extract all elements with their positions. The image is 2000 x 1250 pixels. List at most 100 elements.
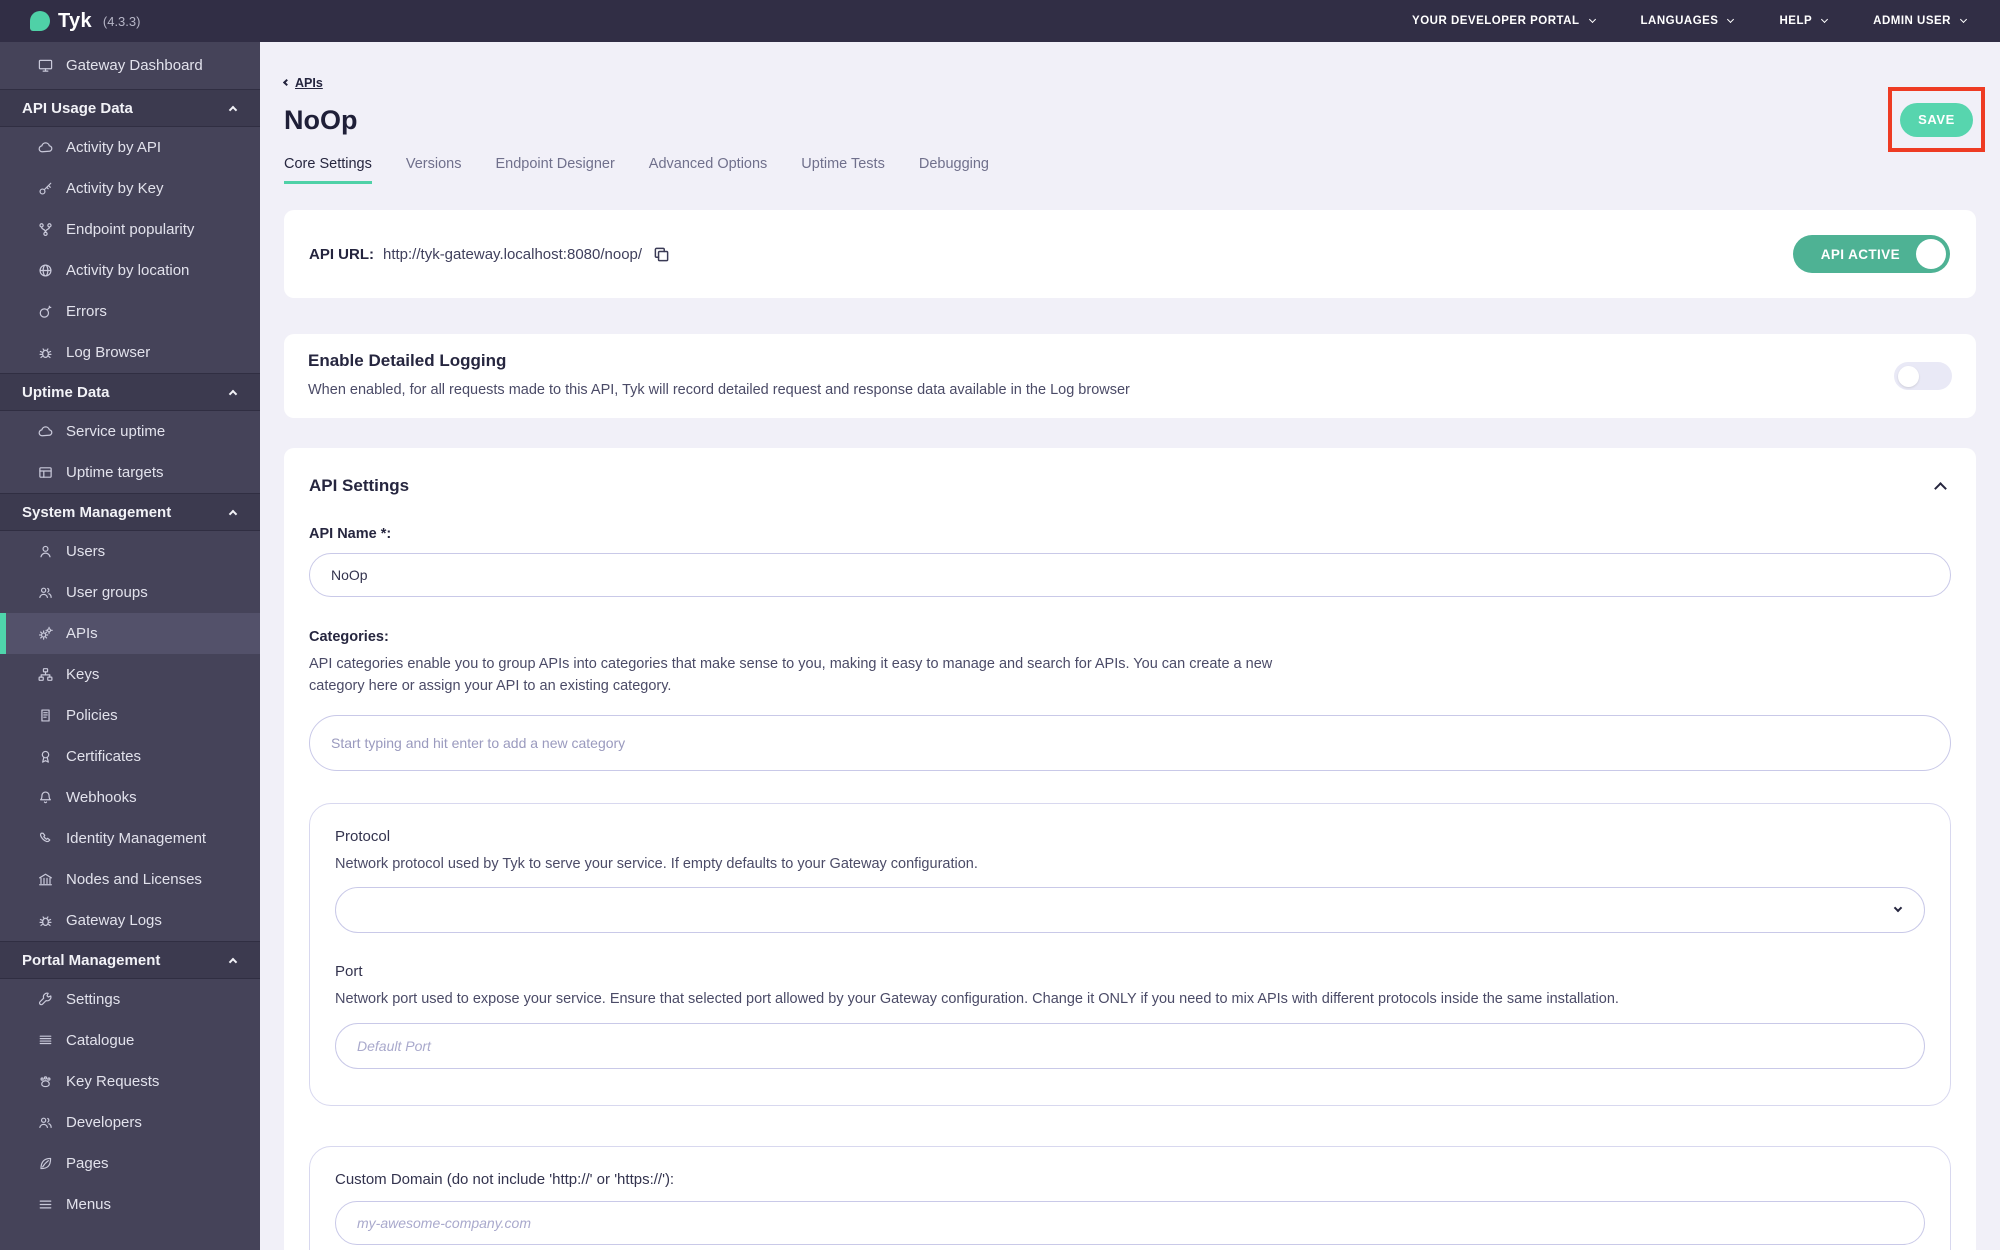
copy-icon[interactable] [652, 245, 671, 264]
chevron-down-icon [1727, 16, 1734, 23]
sidebar-item-label: User groups [66, 584, 148, 601]
sidebar-item-pages[interactable]: Pages [0, 1143, 260, 1184]
custom-domain-input[interactable] [335, 1201, 1925, 1245]
categories-label: Categories: [309, 629, 1951, 645]
sidebar-item-menus[interactable]: Menus [0, 1184, 260, 1225]
topnav-admin-user[interactable]: ADMIN USER [1873, 15, 1966, 27]
topnav-label: YOUR DEVELOPER PORTAL [1412, 15, 1579, 27]
topbar: Tyk (4.3.3) YOUR DEVELOPER PORTAL LANGUAG… [0, 0, 2000, 42]
api-name-input[interactable] [309, 553, 1951, 597]
chevron-down-icon [1960, 16, 1967, 23]
network-settings-card: Protocol Network protocol used by Tyk to… [309, 803, 1951, 1107]
sidebar-item-activity-by-key[interactable]: Activity by Key [0, 168, 260, 209]
topnav-help[interactable]: HELP [1779, 15, 1827, 27]
fork-icon [38, 222, 55, 238]
bug-icon [38, 345, 55, 361]
custom-domain-label: Custom Domain (do not include 'http://' … [335, 1171, 1925, 1188]
save-button[interactable]: SAVE [1900, 103, 1973, 137]
sidebar-item-webhooks[interactable]: Webhooks [0, 777, 260, 818]
policy-icon [38, 708, 55, 724]
topnav: YOUR DEVELOPER PORTAL LANGUAGES HELP ADMIN … [1412, 15, 1966, 27]
tab-advanced-options[interactable]: Advanced Options [649, 156, 768, 184]
tab-endpoint-designer[interactable]: Endpoint Designer [495, 156, 614, 184]
chevron-up-icon [229, 105, 237, 113]
tab-debugging[interactable]: Debugging [919, 156, 989, 184]
users-icon [38, 585, 55, 601]
brand[interactable]: Tyk (4.3.3) [30, 10, 140, 33]
chevron-down-icon [1894, 904, 1902, 912]
sidebar-item-log-browser[interactable]: Log Browser [0, 332, 260, 373]
sidebar-item-users[interactable]: Users [0, 531, 260, 572]
api-url-card: API URL: http://tyk-gateway.localhost:80… [284, 210, 1976, 298]
categories-description: API categories enable you to group APIs … [309, 654, 1284, 698]
phone-icon [38, 831, 55, 847]
sidebar-section-system-management[interactable]: System Management [0, 493, 260, 531]
wrench-icon [38, 992, 55, 1008]
sidebar-section-uptime-data[interactable]: Uptime Data [0, 373, 260, 411]
sidebar-item-uptime-targets[interactable]: Uptime targets [0, 452, 260, 493]
api-active-toggle[interactable]: API ACTIVE [1793, 235, 1950, 273]
detailed-logging-toggle[interactable] [1894, 362, 1952, 390]
detailed-logging-description: When enabled, for all requests made to t… [308, 380, 1130, 402]
sidebar-item-developers[interactable]: Developers [0, 1102, 260, 1143]
breadcrumb-back-link[interactable]: APIs [284, 76, 323, 90]
protocol-label: Protocol [335, 828, 1925, 845]
cloud-icon [38, 140, 55, 156]
sidebar-item-label: Users [66, 543, 105, 560]
catalogue-icon [38, 1033, 55, 1049]
api-url-row: API URL: http://tyk-gateway.localhost:80… [309, 245, 671, 264]
port-description: Network port used to expose your service… [335, 989, 1925, 1011]
detailed-logging-card: Enable Detailed Logging When enabled, fo… [284, 334, 1976, 418]
gears-icon [38, 626, 55, 642]
sidebar-item-label: Catalogue [66, 1032, 134, 1049]
sidebar-item-gateway-logs[interactable]: Gateway Logs [0, 900, 260, 941]
sidebar-item-label: Certificates [66, 748, 141, 765]
sidebar-item-key-requests[interactable]: Key Requests [0, 1061, 260, 1102]
sidebar-item-errors[interactable]: Errors [0, 291, 260, 332]
sidebar-item-certificates[interactable]: Certificates [0, 736, 260, 777]
sidebar-item-settings[interactable]: Settings [0, 979, 260, 1020]
tab-core-settings[interactable]: Core Settings [284, 156, 372, 184]
sidebar-item-label: Activity by Key [66, 180, 164, 197]
sidebar-item-apis[interactable]: APIs [0, 613, 260, 654]
sidebar-section-api-usage-data[interactable]: API Usage Data [0, 89, 260, 127]
topnav-your-developer-portal[interactable]: YOUR DEVELOPER PORTAL [1412, 15, 1594, 27]
sidebar-item-catalogue[interactable]: Catalogue [0, 1020, 260, 1061]
sidebar-item-label: Key Requests [66, 1073, 159, 1090]
sidebar-item-label: Errors [66, 303, 107, 320]
detailed-logging-title: Enable Detailed Logging [308, 351, 1130, 371]
sidebar-item-policies[interactable]: Policies [0, 695, 260, 736]
sidebar-item-endpoint-popularity[interactable]: Endpoint popularity [0, 209, 260, 250]
sidebar-item-label: Policies [66, 707, 118, 724]
topnav-label: ADMIN USER [1873, 15, 1951, 27]
sidebar-item-gateway-dashboard[interactable]: Gateway Dashboard [0, 42, 260, 89]
sidebar-section-label: Uptime Data [22, 384, 110, 401]
sidebar-section-label: System Management [22, 504, 171, 521]
topnav-label: LANGUAGES [1641, 15, 1719, 27]
sidebar-item-nodes-and-licenses[interactable]: Nodes and Licenses [0, 859, 260, 900]
tab-uptime-tests[interactable]: Uptime Tests [801, 156, 885, 184]
page-title: NoOp [284, 105, 1976, 136]
sidebar-item-service-uptime[interactable]: Service uptime [0, 411, 260, 452]
api-url-label: API URL: [309, 246, 374, 263]
globe-icon [38, 263, 55, 279]
port-input[interactable] [335, 1023, 1925, 1069]
sidebar-item-label: Activity by API [66, 139, 161, 156]
protocol-select[interactable] [335, 887, 1925, 933]
sidebar-item-keys[interactable]: Keys [0, 654, 260, 695]
sidebar-item-label: Identity Management [66, 830, 206, 847]
key-icon [38, 181, 55, 197]
sidebar-item-label: Nodes and Licenses [66, 871, 202, 888]
sidebar-section-portal-management[interactable]: Portal Management [0, 941, 260, 979]
bell-icon [38, 790, 55, 806]
main-content: APIs NoOp Core Settings Versions Endpoint … [260, 42, 2000, 1250]
collapse-chevron-up-icon[interactable] [1934, 482, 1947, 495]
categories-input[interactable] [309, 715, 1951, 771]
bomb-icon [38, 304, 55, 320]
sidebar-item-identity-management[interactable]: Identity Management [0, 818, 260, 859]
sidebar-item-user-groups[interactable]: User groups [0, 572, 260, 613]
tab-versions[interactable]: Versions [406, 156, 462, 184]
sidebar-item-activity-by-api[interactable]: Activity by API [0, 127, 260, 168]
sidebar-item-activity-by-location[interactable]: Activity by location [0, 250, 260, 291]
topnav-languages[interactable]: LANGUAGES [1641, 15, 1734, 27]
